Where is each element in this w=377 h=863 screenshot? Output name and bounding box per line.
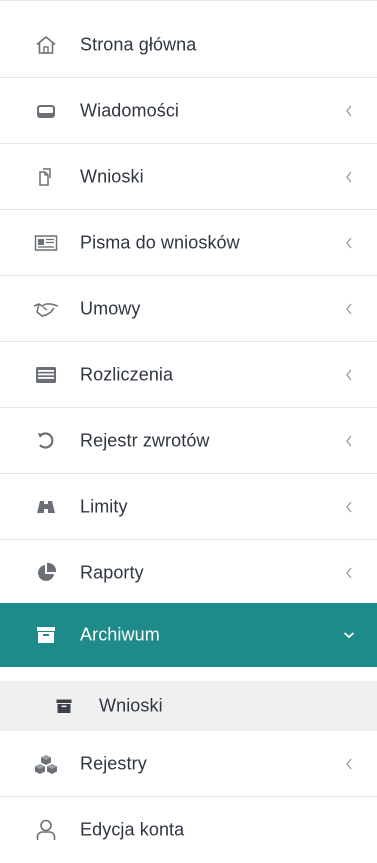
menu-item-limity[interactable]: Limity	[0, 474, 377, 540]
list-card-icon	[33, 362, 59, 388]
chevron-left-icon	[343, 303, 355, 315]
chevron-left-icon	[343, 758, 355, 770]
archive-box-icon	[51, 693, 77, 719]
undo-icon	[33, 428, 59, 454]
chevron-left-icon	[343, 435, 355, 447]
chevron-left-icon	[343, 501, 355, 513]
chevron-left-icon	[343, 567, 355, 579]
cubes-icon	[33, 751, 59, 777]
chevron-left-icon	[343, 237, 355, 249]
pie-chart-icon	[33, 560, 59, 586]
inbox-icon	[33, 98, 59, 124]
menu-item-wiadomosci[interactable]: Wiadomości	[0, 78, 377, 144]
home-icon	[33, 32, 59, 58]
menu-item-label: Umowy	[80, 298, 141, 318]
user-icon	[33, 817, 59, 843]
newspaper-icon	[33, 230, 59, 256]
menu-item-label: Limity	[80, 496, 128, 516]
menu-item-raporty[interactable]: Raporty	[0, 540, 377, 606]
sidebar-menu: Strona główna Wiadomości Wnioski Pisma d…	[0, 0, 377, 860]
menu-item-rozliczenia[interactable]: Rozliczenia	[0, 342, 377, 408]
menu-item-label: Rozliczenia	[80, 364, 174, 384]
chevron-down-icon	[343, 629, 355, 641]
documents-copy-icon	[33, 164, 59, 190]
menu-item-label: Wnioski	[99, 695, 163, 716]
submenu-item-wnioski[interactable]: Wnioski	[0, 681, 377, 731]
menu-item-wnioski[interactable]: Wnioski	[0, 144, 377, 210]
menu-item-label: Strona główna	[80, 34, 197, 54]
archive-box-icon	[33, 622, 59, 648]
menu-item-rejestr-zwrotow[interactable]: Rejestr zwrotów	[0, 408, 377, 474]
menu-item-strona-glowna[interactable]: Strona główna	[0, 12, 377, 78]
binoculars-icon	[33, 494, 59, 520]
menu-item-label: Wnioski	[80, 166, 144, 186]
menu-item-pisma-do-wnioskow[interactable]: Pisma do wniosków	[0, 210, 377, 276]
menu-item-label: Archiwum	[80, 624, 160, 645]
handshake-icon	[33, 296, 59, 322]
menu-item-label: Wiadomości	[80, 100, 180, 120]
menu-item-label: Pisma do wniosków	[80, 232, 240, 252]
menu-item-edycja-konta[interactable]: Edycja konta	[0, 797, 377, 863]
menu-item-archiwum[interactable]: Archiwum	[0, 603, 377, 667]
chevron-left-icon	[343, 171, 355, 183]
menu-item-label: Raporty	[80, 562, 144, 582]
menu-item-label: Rejestry	[80, 753, 147, 773]
menu-item-rejestry[interactable]: Rejestry	[0, 731, 377, 797]
menu-item-umowy[interactable]: Umowy	[0, 276, 377, 342]
chevron-left-icon	[343, 105, 355, 117]
divider	[0, 0, 377, 1]
menu-item-label: Edycja konta	[80, 819, 185, 840]
menu-item-label: Rejestr zwrotów	[80, 430, 210, 450]
chevron-left-icon	[343, 369, 355, 381]
